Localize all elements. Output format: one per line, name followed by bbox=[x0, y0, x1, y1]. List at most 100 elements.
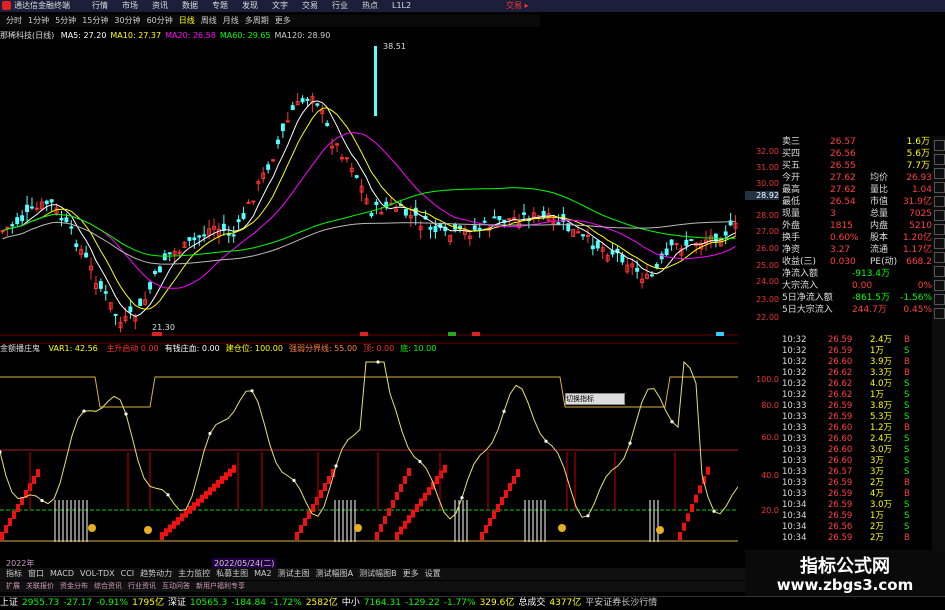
signal-bar bbox=[480, 532, 484, 540]
tick-volume: 3.9万 bbox=[870, 357, 893, 367]
toolbar-icon[interactable] bbox=[934, 182, 945, 193]
nav-item[interactable]: 行情 bbox=[92, 1, 108, 10]
period-tab[interactable]: 更多 bbox=[275, 15, 291, 27]
quote-row: 今开 27.62 均价 26.93 bbox=[782, 172, 932, 184]
toolbar-icon[interactable] bbox=[934, 224, 945, 235]
indicator-tab[interactable]: 测试幅图B bbox=[359, 568, 397, 580]
period-tab[interactable]: 5分钟 bbox=[55, 15, 76, 27]
tick-time: 10:33 bbox=[782, 456, 807, 466]
period-tab[interactable]: 月线 bbox=[223, 15, 239, 27]
info-tab[interactable]: 综合资讯 bbox=[94, 581, 122, 592]
toolbar-icon[interactable] bbox=[934, 252, 945, 263]
tick-volume: 3.8万 bbox=[870, 401, 893, 411]
popup-label: 切换指标 bbox=[566, 395, 594, 403]
nav-item[interactable]: 热点 bbox=[362, 1, 378, 10]
period-tab[interactable]: 多周期 bbox=[245, 15, 269, 27]
tick-volume: 2万 bbox=[870, 478, 884, 488]
toolbar-icon[interactable] bbox=[934, 196, 945, 207]
nav-item[interactable]: 资讯 bbox=[152, 1, 168, 10]
status-item: 7164.31 bbox=[363, 598, 401, 608]
indicator-tab[interactable]: 窗口 bbox=[28, 568, 44, 580]
indicator-tab[interactable]: 测试主图 bbox=[278, 568, 310, 580]
indicator-tab[interactable]: 主力监控 bbox=[178, 568, 210, 580]
nav-item[interactable]: 交易 bbox=[302, 1, 318, 10]
candle-body bbox=[374, 201, 379, 205]
nav-item[interactable]: L1L2 bbox=[392, 1, 411, 10]
trade-button[interactable]: 交易 ▸ bbox=[506, 0, 529, 12]
info-tab[interactable]: 资金分布 bbox=[60, 581, 88, 592]
toolbar-icon[interactable] bbox=[934, 266, 945, 277]
info-tab[interactable]: 新用户福利专享 bbox=[196, 581, 245, 592]
tick-price: 26.60 bbox=[828, 423, 853, 433]
period-tab[interactable]: 15分钟 bbox=[82, 15, 108, 27]
period-tab[interactable]: 60分钟 bbox=[147, 15, 173, 27]
period-tab[interactable]: 30分钟 bbox=[114, 15, 140, 27]
info-tab[interactable]: 行业资讯 bbox=[128, 581, 156, 592]
toolbar-icon[interactable] bbox=[934, 154, 945, 165]
quote-panel: 卖三 26.57 1.6万 买四 26.56 5.6万 买五 26.55 7.7万 今开 27.62… bbox=[782, 136, 932, 332]
toolbar-icon[interactable] bbox=[934, 238, 945, 249]
candle-body bbox=[649, 274, 654, 277]
indicator-tab[interactable]: MA2 bbox=[254, 568, 271, 580]
indicator-tab[interactable]: MACD bbox=[50, 568, 74, 580]
nav-item[interactable]: 市场 bbox=[122, 1, 138, 10]
nav-item[interactable]: 发现 bbox=[242, 1, 258, 10]
period-tab[interactable]: 周线 bbox=[201, 15, 217, 27]
candle-body bbox=[5, 226, 10, 229]
signal-bar bbox=[299, 525, 303, 533]
status-item: -0.91% bbox=[96, 598, 129, 608]
signal-bar bbox=[204, 490, 208, 499]
signal-bar bbox=[8, 518, 12, 526]
candle-body bbox=[369, 212, 374, 217]
candlestick-chart[interactable]: 38.51 21.30 bbox=[0, 41, 738, 336]
signal-bar bbox=[407, 515, 411, 524]
quote-row: 外盘 1815 内盘 5210 bbox=[782, 220, 932, 232]
quote-key: 最高 bbox=[782, 185, 801, 195]
indicator-tab[interactable]: 私募主图 bbox=[216, 568, 248, 580]
signal-bar bbox=[443, 464, 447, 473]
toolbar-icon[interactable] bbox=[934, 294, 945, 305]
toolbar-icon[interactable] bbox=[934, 168, 945, 179]
period-tab[interactable]: 1分钟 bbox=[28, 15, 49, 27]
indicator-tab[interactable]: VOL-TDX bbox=[80, 568, 115, 580]
candle-body bbox=[595, 240, 600, 249]
candle-body bbox=[25, 204, 30, 213]
indicator-tab[interactable]: 测试幅图A bbox=[316, 568, 353, 580]
indicator-tab[interactable]: 趋势动力 bbox=[140, 568, 172, 580]
indicator-tab[interactable]: CCI bbox=[121, 568, 135, 580]
quote-key2: 市值 bbox=[870, 197, 889, 207]
axis-label: 25.00 bbox=[756, 261, 779, 270]
nav-item[interactable]: 数据 bbox=[182, 1, 198, 10]
tick-side: S bbox=[904, 412, 910, 422]
tick-list[interactable]: 10:32 26.59 2.4万 B 10:32 26.59 1万 S 10:32 26.60 3.… bbox=[782, 335, 932, 550]
nav-item[interactable]: 专题 bbox=[212, 1, 228, 10]
info-tab[interactable]: 关联报价 bbox=[26, 581, 54, 592]
indicator-popup[interactable]: 切换指标 bbox=[565, 393, 625, 405]
info-tab[interactable]: 扩展 bbox=[6, 581, 20, 592]
tick-side: B bbox=[904, 368, 910, 378]
tick-row: 10:34 26.59 1万 S bbox=[782, 511, 932, 522]
indicator-tab[interactable]: 更多 bbox=[403, 568, 419, 580]
nav-item[interactable]: 行业 bbox=[332, 1, 348, 10]
oscillator-dot bbox=[376, 360, 380, 364]
period-tab[interactable]: 分时 bbox=[6, 15, 22, 27]
toolbar-icon[interactable] bbox=[934, 210, 945, 221]
period-tab-active[interactable]: 日线 bbox=[179, 15, 195, 27]
indicator-tab[interactable]: 设置 bbox=[425, 568, 441, 580]
flow-row: 5日大宗流入 244.7万 0.45% bbox=[782, 304, 932, 316]
info-tab[interactable]: 互动问答 bbox=[162, 581, 190, 592]
nav-item[interactable]: 文字 bbox=[272, 1, 288, 10]
toolbar-icon[interactable] bbox=[934, 280, 945, 291]
tick-time: 10:34 bbox=[782, 533, 807, 543]
toolbar-icon[interactable] bbox=[934, 140, 945, 151]
tick-volume: 3万 bbox=[870, 467, 884, 477]
signal-bar bbox=[496, 504, 500, 512]
indicator-tab[interactable]: 指标 bbox=[6, 568, 22, 580]
candle-body bbox=[113, 313, 118, 316]
tick-time: 10:32 bbox=[782, 390, 807, 400]
indicator-chart[interactable] bbox=[0, 342, 738, 557]
quote-value: 27.62 bbox=[830, 173, 856, 183]
tick-side: S bbox=[904, 379, 910, 389]
quote-value: 27.62 bbox=[830, 185, 856, 195]
toolbar-icon[interactable] bbox=[934, 308, 945, 319]
